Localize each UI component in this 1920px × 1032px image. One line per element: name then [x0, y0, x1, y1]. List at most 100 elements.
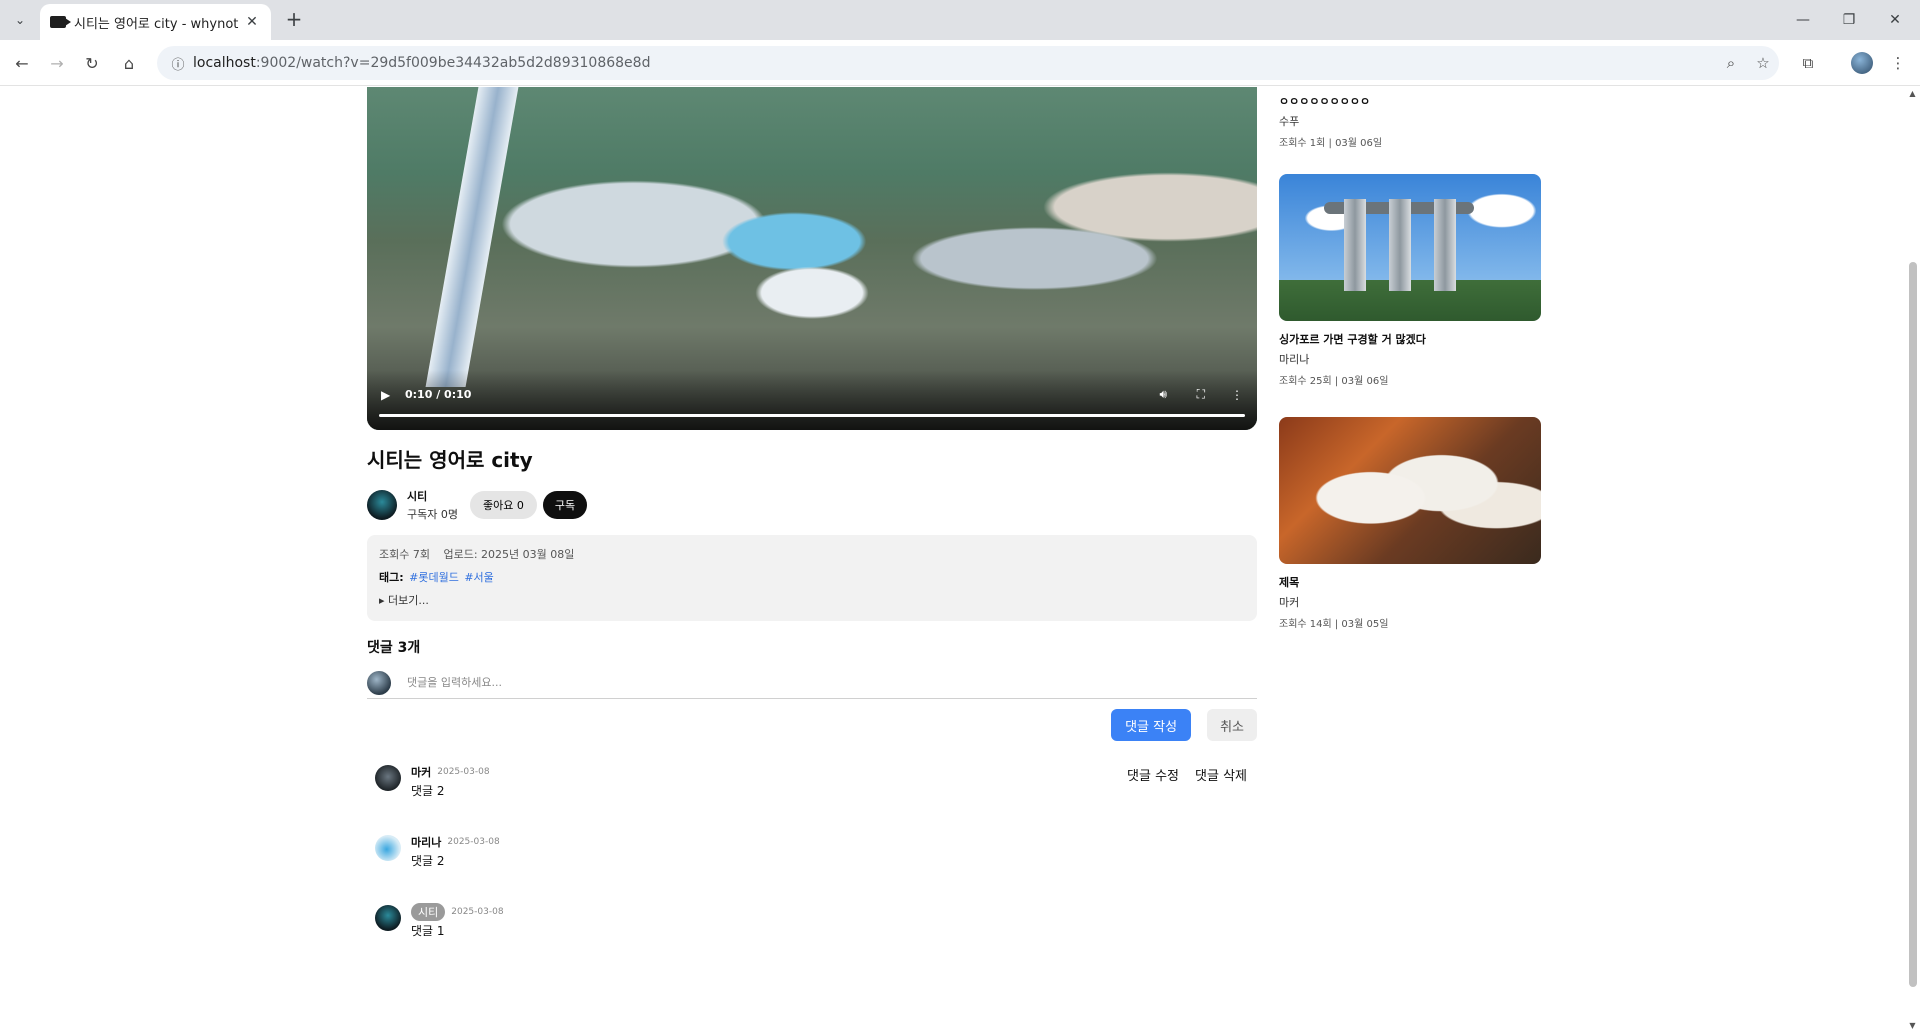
volume-icon[interactable]: 🔊︎ — [1159, 387, 1167, 402]
comment-body: 시티 2025-03-08 댓글 1 — [411, 903, 504, 973]
channel-info: 시티 구독자 0명 — [407, 488, 458, 522]
fullscreen-icon[interactable]: ⛶ — [1197, 387, 1205, 402]
recommended-title[interactable]: 제목 — [1279, 574, 1541, 590]
play-icon[interactable]: ▶ — [381, 388, 390, 402]
address-bar[interactable]: ⓘ localhost:9002/watch?v=29d5f009be34432… — [157, 46, 1779, 80]
comment-text: 댓글 2 — [411, 784, 445, 798]
tag-link[interactable]: #롯데월드 — [409, 571, 459, 584]
comments-heading: 댓글 3개 — [367, 640, 421, 656]
restore-icon[interactable]: ❐ — [1826, 0, 1872, 40]
comment-text: 댓글 2 — [411, 854, 445, 868]
scroll-down-arrow-icon[interactable]: ▼ — [1908, 1021, 1917, 1030]
recommended-video[interactable]: ㅇㅇㅇㅇㅇㅇㅇㅇㅇ 수푸 조회수 1회 | 03월 06일 — [1279, 93, 1541, 149]
comment-date: 2025-03-08 — [451, 907, 504, 917]
delete-comment-button[interactable]: 댓글 삭제 — [1195, 765, 1247, 784]
recommended-title[interactable]: ㅇㅇㅇㅇㅇㅇㅇㅇㅇ — [1279, 93, 1541, 109]
edit-comment-button[interactable]: 댓글 수정 — [1127, 765, 1179, 784]
comment-item: 시티 2025-03-08 댓글 1 — [367, 903, 1257, 973]
recommended-channel: 마커 — [1279, 596, 1300, 609]
comment-item: 마커 2025-03-08 댓글 2 댓글 수정 댓글 삭제 — [367, 763, 1257, 833]
extensions-icon[interactable]: ⧉ — [1794, 49, 1822, 77]
watch-main: ▶ 0:10 / 0:10 🔊︎ ⛶ ⋮ 시티는 영어로 city 시티 구독자… — [367, 87, 1257, 973]
profile-button[interactable] — [1848, 49, 1876, 77]
view-count: 조회수 7회 — [379, 548, 430, 561]
tag-link[interactable]: #서울 — [464, 571, 493, 584]
home-icon[interactable]: ⌂ — [115, 49, 143, 77]
comment-body: 마커 2025-03-08 댓글 2 — [411, 763, 490, 833]
browser-tab-active[interactable]: 시티는 영어로 city - whynot ✕ — [40, 4, 271, 40]
profile-avatar — [1851, 52, 1873, 74]
scrollbar-thumb[interactable] — [1909, 262, 1917, 987]
cancel-comment-button[interactable]: 취소 — [1207, 709, 1257, 741]
comment-input[interactable] — [407, 676, 1257, 689]
channel-name[interactable]: 시티 — [407, 488, 458, 504]
zoom-icon[interactable]: ⌕ — [1715, 54, 1747, 72]
current-user-avatar — [367, 670, 391, 695]
tab-search-chevron-icon[interactable]: ⌄ — [8, 8, 32, 32]
tag-list: 태그: #롯데월드 #서울 — [379, 569, 1245, 585]
like-button[interactable]: 좋아요 0 — [469, 491, 537, 519]
subscribe-button[interactable]: 구독 — [542, 491, 588, 519]
comment-author-owner-badge[interactable]: 시티 — [411, 903, 446, 921]
comment-list: 마커 2025-03-08 댓글 2 댓글 수정 댓글 삭제 마리나 2025-… — [367, 763, 1257, 973]
comment-author[interactable]: 마커 — [411, 764, 431, 780]
video-camera-icon — [50, 16, 71, 28]
video-player[interactable]: ▶ 0:10 / 0:10 🔊︎ ⛶ ⋮ — [367, 87, 1257, 430]
video-progress-bar[interactable] — [379, 414, 1245, 417]
url-host: localhost — [193, 55, 256, 71]
recommended-title[interactable]: 싱가포르 가면 구경할 거 많겠다 — [1279, 331, 1541, 347]
bookmark-star-icon[interactable]: ☆ — [1747, 54, 1779, 72]
url-text[interactable]: localhost:9002/watch?v=29d5f009be34432ab… — [193, 55, 1715, 71]
browser-tab-strip: ⌄ 시티는 영어로 city - whynot ✕ + — ❐ ✕ — [0, 0, 1920, 40]
recommended-meta: 조회수 14회 | 03월 05일 — [1279, 619, 1389, 630]
video-time: 0:10 / 0:10 — [405, 388, 472, 401]
page-viewport: ▶ 0:10 / 0:10 🔊︎ ⛶ ⋮ 시티는 영어로 city 시티 구독자… — [0, 87, 1920, 1032]
thumbnail-tower — [1434, 199, 1456, 291]
thumbnail-tower — [1389, 199, 1411, 291]
recommended-thumbnail[interactable] — [1279, 174, 1541, 321]
recommended-channel: 마리나 — [1279, 353, 1310, 366]
recommended-meta: 조회수 25회 | 03월 06일 — [1279, 376, 1389, 387]
recommendations-sidebar: ㅇㅇㅇㅇㅇㅇㅇㅇㅇ 수푸 조회수 1회 | 03월 06일 싱가포르 가면 구경… — [1279, 87, 1541, 630]
channel-avatar[interactable] — [367, 490, 397, 520]
video-meta: 조회수 7회 업로드: 2025년 03월 08일 — [379, 546, 1245, 562]
new-tab-button[interactable]: + — [282, 8, 306, 32]
tab-close-icon[interactable]: ✕ — [243, 14, 261, 30]
channel-row: 시티 구독자 0명 좋아요 0 구독 — [367, 489, 1257, 521]
video-more-icon[interactable]: ⋮ — [1231, 388, 1243, 402]
comment-avatar[interactable] — [375, 905, 401, 931]
post-comment-button[interactable]: 댓글 작성 — [1111, 709, 1192, 741]
scroll-up-arrow-icon[interactable]: ▲ — [1908, 89, 1917, 98]
thumbnail-tower — [1344, 199, 1366, 291]
comment-avatar[interactable] — [375, 765, 401, 791]
comment-form-actions: 댓글 작성 취소 — [367, 709, 1257, 741]
comment-body: 마리나 2025-03-08 댓글 2 — [411, 833, 500, 903]
minimize-icon[interactable]: — — [1780, 0, 1826, 40]
comment-input-row — [367, 670, 1257, 699]
upload-date: 업로드: 2025년 03월 08일 — [443, 548, 575, 561]
show-more-toggle[interactable]: ▸ 더보기... — [379, 592, 1245, 608]
comment-text: 댓글 1 — [411, 924, 445, 938]
comment-actions: 댓글 수정 댓글 삭제 — [1127, 765, 1247, 784]
comment-date: 2025-03-08 — [447, 837, 500, 847]
page-scrollbar[interactable]: ▲ ▼ — [1905, 87, 1920, 1032]
url-path: :9002/watch?v=29d5f009be34432ab5d2d89310… — [255, 55, 651, 71]
forward-arrow-icon[interactable]: → — [43, 49, 71, 77]
recommended-video[interactable]: 싱가포르 가면 구경할 거 많겠다 마리나 조회수 25회 | 03월 06일 — [1279, 174, 1541, 387]
description-box: 조회수 7회 업로드: 2025년 03월 08일 태그: #롯데월드 #서울 … — [367, 535, 1257, 621]
comment-author[interactable]: 마리나 — [411, 834, 441, 850]
recommended-thumbnail[interactable] — [1279, 417, 1541, 564]
recommended-channel: 수푸 — [1279, 115, 1300, 128]
browser-toolbar: ← → ↻ ⌂ ⓘ localhost:9002/watch?v=29d5f00… — [0, 40, 1920, 86]
tab-title: 시티는 영어로 city - whynot — [74, 16, 239, 32]
window-close-icon[interactable]: ✕ — [1872, 0, 1918, 40]
browser-menu-icon[interactable]: ⋮ — [1884, 49, 1912, 77]
site-info-icon[interactable]: ⓘ — [163, 54, 193, 73]
comment-avatar[interactable] — [375, 835, 401, 861]
video-controls: ▶ 0:10 / 0:10 🔊︎ ⛶ ⋮ — [367, 370, 1257, 430]
video-title: 시티는 영어로 city — [367, 448, 533, 472]
reload-icon[interactable]: ↻ — [78, 49, 106, 77]
recommended-video[interactable]: 제목 마커 조회수 14회 | 03월 05일 — [1279, 417, 1541, 630]
back-arrow-icon[interactable]: ← — [8, 49, 36, 77]
tags-label: 태그: — [379, 571, 404, 584]
